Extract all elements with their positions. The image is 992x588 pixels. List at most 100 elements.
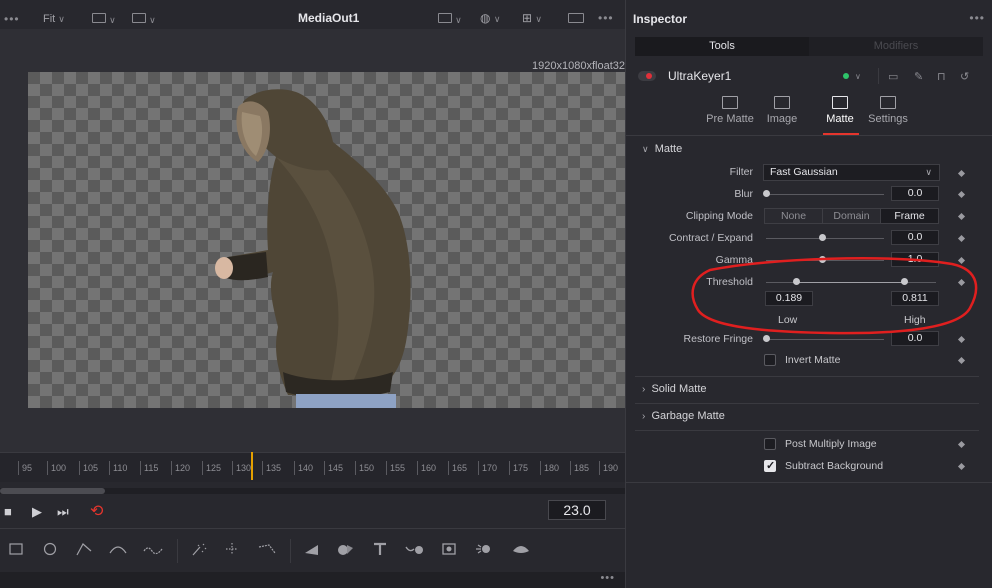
fit-dropdown[interactable]: Fit ∨ (43, 13, 65, 25)
view-mode-icon[interactable]: ∨ (132, 13, 156, 26)
bottom-menu-dots[interactable]: ••• (600, 572, 615, 584)
blur-slider[interactable] (766, 194, 884, 195)
restore-fringe-knob[interactable] (763, 335, 770, 342)
renderer3d-icon[interactable] (510, 541, 530, 559)
gamma-slider-knob[interactable] (819, 256, 826, 263)
image-icon (774, 96, 790, 109)
section-divider (635, 403, 979, 404)
shape3d-icon[interactable] (302, 541, 322, 559)
threshold-low-knob[interactable] (793, 278, 800, 285)
timeline-scrollbar[interactable] (0, 488, 625, 494)
bspline-mask-icon[interactable] (108, 541, 128, 559)
node-color-dot[interactable] (843, 73, 849, 79)
ellipse-mask-icon[interactable] (42, 541, 62, 559)
lut-icon[interactable]: ∨ (438, 13, 462, 26)
keyframe-diamond[interactable] (957, 278, 966, 287)
skip-to-end-icon[interactable]: ⏭ (57, 504, 69, 520)
timeline-ruler[interactable]: 95 100 105 110 115 120 125 130 135 140 1… (0, 452, 625, 482)
restore-fringe-value[interactable]: 0.0 (891, 331, 939, 346)
tab-tools[interactable]: Tools (635, 37, 809, 56)
blur-value[interactable]: 0.0 (891, 186, 939, 201)
tick-label: 125 (202, 461, 221, 475)
chevron-down-icon[interactable]: ∨ (855, 72, 861, 81)
contract-expand-value[interactable]: 0.0 (891, 230, 939, 245)
clipping-option-none[interactable]: None (765, 209, 823, 223)
keyframe-diamond[interactable] (957, 234, 966, 243)
reset-icon[interactable]: ↺ (960, 70, 969, 83)
keyframe-diamond[interactable] (957, 190, 966, 199)
post-multiply-checkbox[interactable] (764, 438, 776, 450)
tick-label: 160 (417, 461, 436, 475)
tick-label: 135 (262, 461, 281, 475)
rectangle-mask-icon[interactable] (8, 541, 28, 559)
subtab-image[interactable]: Image (764, 96, 800, 125)
threshold-high-knob[interactable] (901, 278, 908, 285)
contract-expand-knob[interactable] (819, 234, 826, 241)
particle-render-icon[interactable] (222, 541, 242, 559)
section-matte-header[interactable]: ∨ Matte (642, 143, 682, 155)
grid-icon[interactable]: ⊞ ∨ (522, 11, 542, 25)
header-divider (878, 68, 879, 84)
viewer-options-dots[interactable]: ••• (598, 11, 614, 25)
section-garbage-matte-header[interactable]: › Garbage Matte (642, 410, 725, 422)
filter-dropdown[interactable]: Fast Gaussian ∨ (763, 164, 940, 181)
subtab-matte[interactable]: Matte (818, 96, 862, 125)
blur-slider-knob[interactable] (763, 190, 770, 197)
tick-label: 105 (79, 461, 98, 475)
color-wheel-icon[interactable]: ◍ ∨ (480, 11, 500, 25)
filter-label: Filter (729, 166, 753, 178)
merge3d-icon[interactable] (336, 541, 356, 559)
playhead[interactable] (251, 452, 253, 480)
threshold-high-value[interactable]: 0.811 (891, 291, 939, 306)
particle-emitter-icon[interactable] (190, 541, 210, 559)
imageplane3d-icon[interactable] (440, 541, 460, 559)
frame-icon[interactable] (568, 13, 584, 26)
pre-matte-icon (722, 96, 738, 109)
threshold-low-value[interactable]: 0.189 (765, 291, 813, 306)
tick-label: 185 (570, 461, 589, 475)
subtab-label: Matte (826, 113, 854, 125)
clipping-option-domain[interactable]: Domain (823, 209, 881, 223)
viewer-bottom-bar: ••• (0, 572, 625, 588)
loop-icon[interactable]: ⟲ (90, 501, 103, 521)
node-enable-toggle[interactable] (638, 71, 656, 81)
camera3d-icon[interactable] (404, 541, 424, 559)
invert-matte-checkbox[interactable] (764, 354, 776, 366)
paint-icon[interactable] (142, 541, 163, 559)
inspector-menu-dots[interactable]: ••• (969, 11, 985, 25)
keyframe-diamond[interactable] (957, 335, 966, 344)
scrollbar-thumb[interactable] (0, 488, 105, 494)
current-frame-field[interactable]: 23.0 (548, 500, 606, 520)
text3d-icon[interactable] (370, 541, 390, 559)
particle-style-icon[interactable] (257, 541, 277, 559)
pin-icon[interactable]: ✎ (914, 70, 923, 83)
tick-label: 150 (355, 461, 374, 475)
clipping-option-frame[interactable]: Frame (881, 209, 938, 223)
lock-icon[interactable]: ⊓ (937, 70, 946, 83)
keyframe-diamond[interactable] (957, 169, 966, 178)
keyframe-diamond[interactable] (957, 256, 966, 265)
channel-icon[interactable]: ∨ (92, 13, 116, 26)
clipping-mode-label: Clipping Mode (685, 210, 753, 222)
keyframe-diamond[interactable] (957, 440, 966, 449)
subtract-background-checkbox[interactable] (764, 459, 776, 472)
image-frame[interactable] (28, 72, 625, 408)
tick-label: 130 (232, 461, 251, 475)
keyframe-diamond[interactable] (957, 212, 966, 221)
tab-modifiers[interactable]: Modifiers (809, 37, 983, 56)
section-solid-matte-header[interactable]: › Solid Matte (642, 383, 707, 395)
viewer-menu-dots[interactable]: ••• (4, 12, 20, 26)
play-icon[interactable]: ▶ (32, 504, 42, 520)
keyframe-diamond[interactable] (957, 462, 966, 471)
versions-icon[interactable]: ▭ (888, 70, 898, 83)
keyframe-diamond[interactable] (957, 356, 966, 365)
stop-icon[interactable]: ■ (4, 504, 12, 519)
subtab-pre-matte[interactable]: Pre Matte (706, 96, 754, 125)
restore-fringe-slider[interactable] (766, 339, 884, 340)
gamma-value[interactable]: 1.0 (891, 252, 939, 267)
tick-label: 100 (47, 461, 66, 475)
subtab-settings[interactable]: Settings (866, 96, 910, 125)
inspector-title: Inspector (633, 12, 688, 26)
light3d-icon[interactable] (474, 541, 494, 559)
polygon-mask-icon[interactable] (75, 541, 95, 559)
